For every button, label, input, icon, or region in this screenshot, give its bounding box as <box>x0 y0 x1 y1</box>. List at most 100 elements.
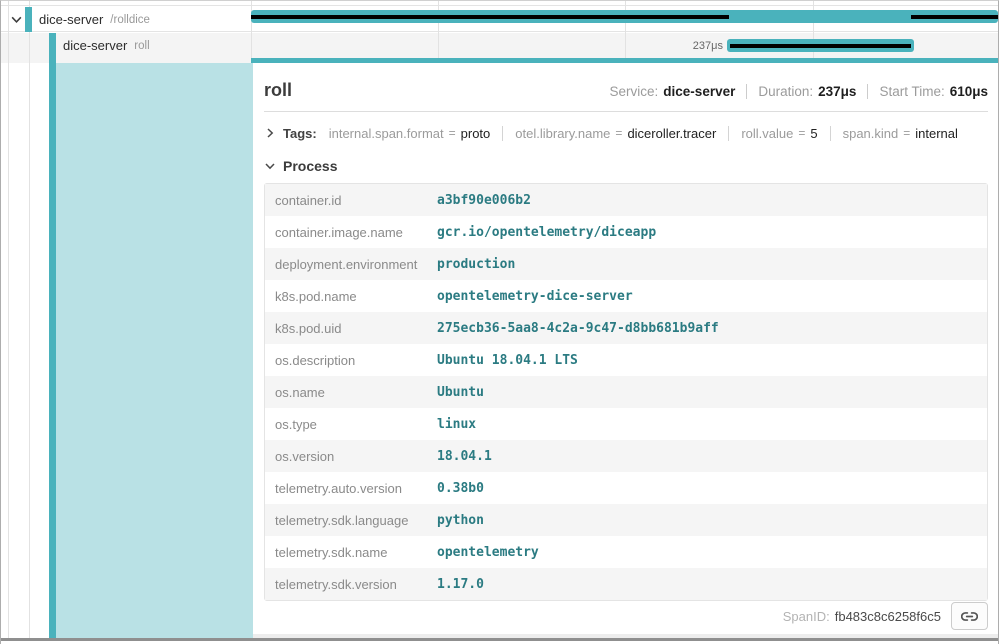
table-row: telemetry.auto.version 0.38b0 <box>265 472 987 504</box>
tag-value: proto <box>461 126 491 141</box>
timeline-header-strip <box>1 1 998 6</box>
tag-item: otel.library.name = diceroller.tracer <box>515 126 729 141</box>
tags-summary: internal.span.format = proto otel.librar… <box>317 126 958 141</box>
window-bottom-border <box>1 638 998 641</box>
tag-separator <box>728 126 729 141</box>
process-key: telemetry.auto.version <box>265 472 437 504</box>
tag-separator <box>502 126 503 141</box>
table-row: os.type linux <box>265 408 987 440</box>
process-section-toggle[interactable]: Process <box>264 156 988 176</box>
tag-key: span.kind <box>843 126 899 141</box>
process-key: os.description <box>265 344 437 376</box>
process-key: telemetry.sdk.name <box>265 536 437 568</box>
copy-link-button[interactable] <box>951 602 988 630</box>
meta-label: Service: <box>610 84 659 99</box>
process-value: production <box>437 248 987 280</box>
span-duration-label: 237μs <box>641 40 723 52</box>
process-value: gcr.io/opentelemetry/diceapp <box>437 216 987 248</box>
process-value: linux <box>437 408 987 440</box>
tags-section-label: Tags: <box>283 126 317 141</box>
meta-item: Start Time: 610μs <box>856 84 988 99</box>
meta-item: Duration: 237μs <box>735 84 856 99</box>
table-row: os.description Ubuntu 18.04.1 LTS <box>265 344 987 376</box>
detail-panel-top-border <box>251 58 998 63</box>
process-value: 0.38b0 <box>437 472 987 504</box>
process-value: 18.04.1 <box>437 440 987 472</box>
service-name: dice-server <box>63 38 127 53</box>
span-meta: Service: dice-server Duration: 237μs Sta… <box>587 84 988 99</box>
indent-guide-line <box>8 1 9 638</box>
meta-separator <box>746 84 747 99</box>
table-row: os.name Ubuntu <box>265 376 987 408</box>
meta-value: 237μs <box>818 84 856 99</box>
meta-value: dice-server <box>663 84 735 99</box>
span-name-roll[interactable]: dice-server roll <box>63 33 150 58</box>
tags-section-toggle[interactable]: Tags: internal.span.format = proto otel.… <box>264 120 988 146</box>
tag-value: internal <box>915 126 958 141</box>
meta-item: Service: dice-server <box>587 84 736 99</box>
process-value: python <box>437 504 987 536</box>
table-row: k8s.pod.name opentelemetry-dice-server <box>265 280 987 312</box>
process-value: Ubuntu 18.04.1 LTS <box>437 344 987 376</box>
span-detail-footer: SpanID: fb483c8c6258f6c5 <box>783 602 988 630</box>
table-row: container.id a3bf90e006b2 <box>265 184 987 216</box>
chevron-down-icon <box>264 160 276 172</box>
spanid-value: fb483c8c6258f6c5 <box>835 609 941 624</box>
operation-name: roll <box>134 40 149 52</box>
process-value: 1.17.0 <box>437 568 987 600</box>
tag-equals: = <box>903 126 910 140</box>
critical-path-segment <box>911 15 998 19</box>
service-name: dice-server <box>39 12 103 27</box>
meta-separator <box>867 84 868 99</box>
meta-label: Duration: <box>758 84 813 99</box>
tag-item: roll.value = 5 <box>741 126 830 141</box>
table-row: container.image.name gcr.io/opentelemetr… <box>265 216 987 248</box>
process-key: container.id <box>265 184 437 216</box>
process-value: 275ecb36-5aa8-4c2a-9c47-d8bb681b9aff <box>437 312 987 344</box>
spanid-label: SpanID: <box>783 609 830 624</box>
link-icon <box>961 608 978 625</box>
tag-key: roll.value <box>741 126 793 141</box>
span-name-rolldice[interactable]: dice-server /rolldice <box>39 7 150 32</box>
tag-equals: = <box>798 126 805 140</box>
table-row: telemetry.sdk.version 1.17.0 <box>265 568 987 600</box>
process-kv-table: container.id a3bf90e006b2 container.imag… <box>264 183 988 601</box>
process-key: os.name <box>265 376 437 408</box>
tag-equals: = <box>615 126 622 140</box>
selected-span-stripe <box>49 33 56 638</box>
process-key: k8s.pod.uid <box>265 312 437 344</box>
tag-item: internal.span.format = proto <box>329 126 504 141</box>
operation-name: /rolldice <box>110 14 150 26</box>
collapse-chevron-icon[interactable] <box>10 13 23 26</box>
process-section-label: Process <box>283 158 337 174</box>
table-row: os.version 18.04.1 <box>265 440 987 472</box>
table-row: telemetry.sdk.language python <box>265 504 987 536</box>
chevron-right-icon <box>264 127 276 139</box>
process-value: a3bf90e006b2 <box>437 184 987 216</box>
critical-path-segment <box>730 44 911 48</box>
critical-path-segment <box>251 15 729 19</box>
process-value: opentelemetry-dice-server <box>437 280 987 312</box>
table-row: deployment.environment production <box>265 248 987 280</box>
tag-key: otel.library.name <box>515 126 610 141</box>
process-key: os.version <box>265 440 437 472</box>
process-value: Ubuntu <box>437 376 987 408</box>
process-key: container.image.name <box>265 216 437 248</box>
meta-value: 610μs <box>950 84 988 99</box>
process-key: k8s.pod.name <box>265 280 437 312</box>
process-value: opentelemetry <box>437 536 987 568</box>
tag-item: span.kind = internal <box>843 126 958 141</box>
span-title: roll <box>264 80 292 101</box>
tag-value: diceroller.tracer <box>627 126 716 141</box>
process-key: telemetry.sdk.version <box>265 568 437 600</box>
tag-equals: = <box>449 126 456 140</box>
process-key: deployment.environment <box>265 248 437 280</box>
span-color-accent <box>25 7 32 32</box>
table-row: telemetry.sdk.name opentelemetry <box>265 536 987 568</box>
meta-label: Start Time: <box>879 84 944 99</box>
tag-key: internal.span.format <box>329 126 444 141</box>
process-key: os.type <box>265 408 437 440</box>
span-detail-header: roll Service: dice-server Duration: 237μ… <box>264 63 988 101</box>
header-divider <box>264 111 988 112</box>
process-key: telemetry.sdk.language <box>265 504 437 536</box>
